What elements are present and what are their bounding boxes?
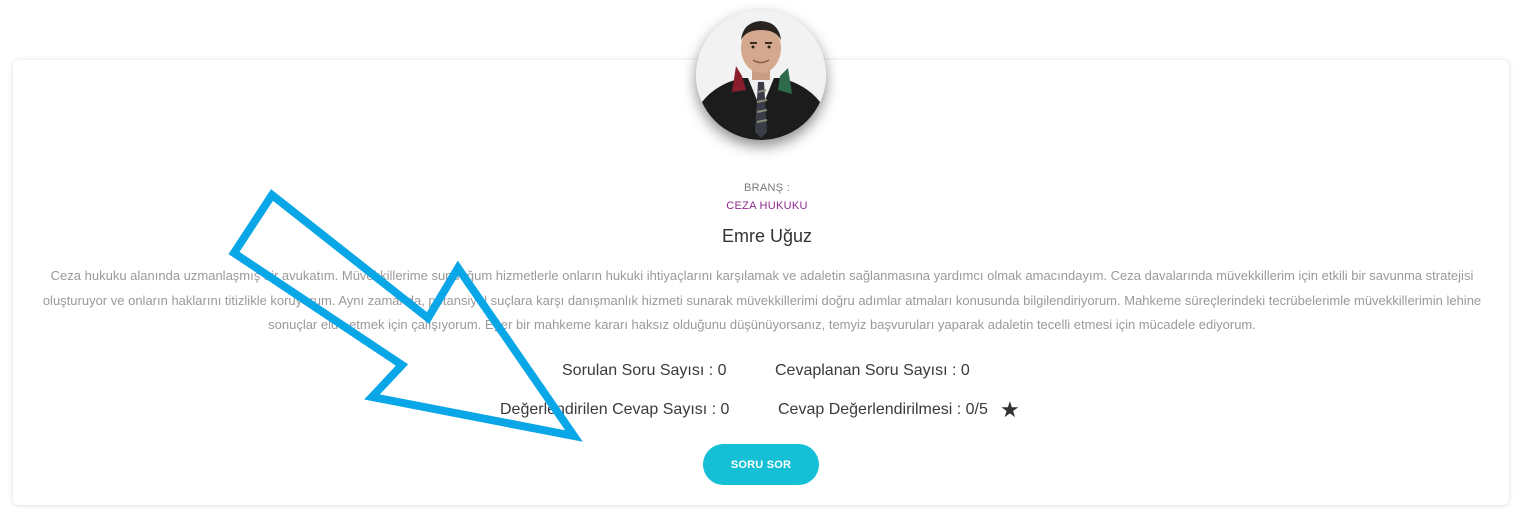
lawyer-photo (696, 10, 826, 140)
asked-question-count: Sorulan Soru Sayısı : 0 (562, 362, 727, 379)
rated-answer-count: Değerlendirilen Cevap Sayısı : 0 (500, 401, 730, 418)
page: BRANŞ : CEZA HUKUKU Emre Uğuz Ceza hukuk… (0, 0, 1534, 517)
branch-value: CEZA HUKUKU (726, 200, 808, 212)
lawyer-bio: Ceza hukuku alanında uzmanlaşmış bir avu… (42, 268, 1482, 332)
avatar (696, 10, 826, 140)
lawyer-name: Emre Uğuz (721, 226, 813, 246)
branch-label: BRANŞ : (743, 182, 791, 194)
ask-question-button[interactable]: SORU SOR (703, 444, 819, 485)
answer-rating: Cevap Değerlendirilmesi : 0/5 (778, 401, 988, 418)
star-icon: ★ (1000, 397, 1020, 422)
answered-question-count: Cevaplanan Soru Sayısı : 0 (775, 362, 970, 379)
